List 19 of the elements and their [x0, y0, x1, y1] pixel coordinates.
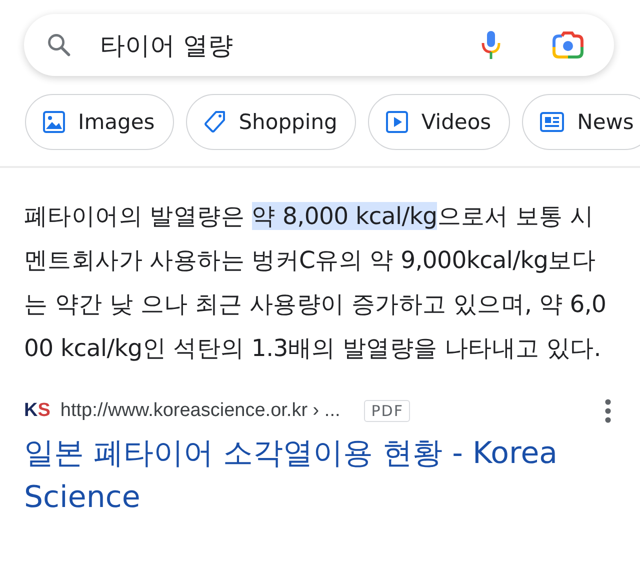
snippet-text: 폐타이어의 발열량은 약 8,000 kcal/kg으로서 보통 시멘트회사가 사용하는 벙커C유의 약 9,000kcal/kg보다는 약간 낮 으나 최근 사용량이 증가하고 있으며, 약 6,000 kcal/kg인 석탄의 1.3배의 발열량을 나타내고 있다.: [24, 201, 608, 364]
site-logo: KS: [24, 400, 50, 422]
result-title-link[interactable]: 일본 폐타이어 소각열이용 현황 - Korea Science: [24, 432, 600, 520]
filter-chip[interactable]: Videos: [368, 94, 510, 150]
search-icon: [46, 32, 72, 58]
newspaper-icon: [539, 110, 566, 134]
filter-chip[interactable]: Images: [25, 94, 174, 150]
camera-icon[interactable]: [552, 31, 584, 59]
search-query: 타이어 열량: [100, 30, 234, 62]
image-icon: [42, 110, 66, 134]
tag-icon: [202, 110, 227, 134]
microphone-icon[interactable]: [480, 30, 502, 60]
result-url[interactable]: http://www.koreascience.or.kr › ...: [60, 400, 340, 422]
search-field[interactable]: 타이어 열량: [24, 14, 614, 76]
file-type-label: PDF: [364, 400, 410, 422]
play-icon: [385, 110, 410, 134]
more-options-icon[interactable]: [604, 398, 612, 424]
filter-chip[interactable]: News: [522, 94, 640, 150]
filter-chip[interactable]: Shopping: [186, 94, 356, 150]
